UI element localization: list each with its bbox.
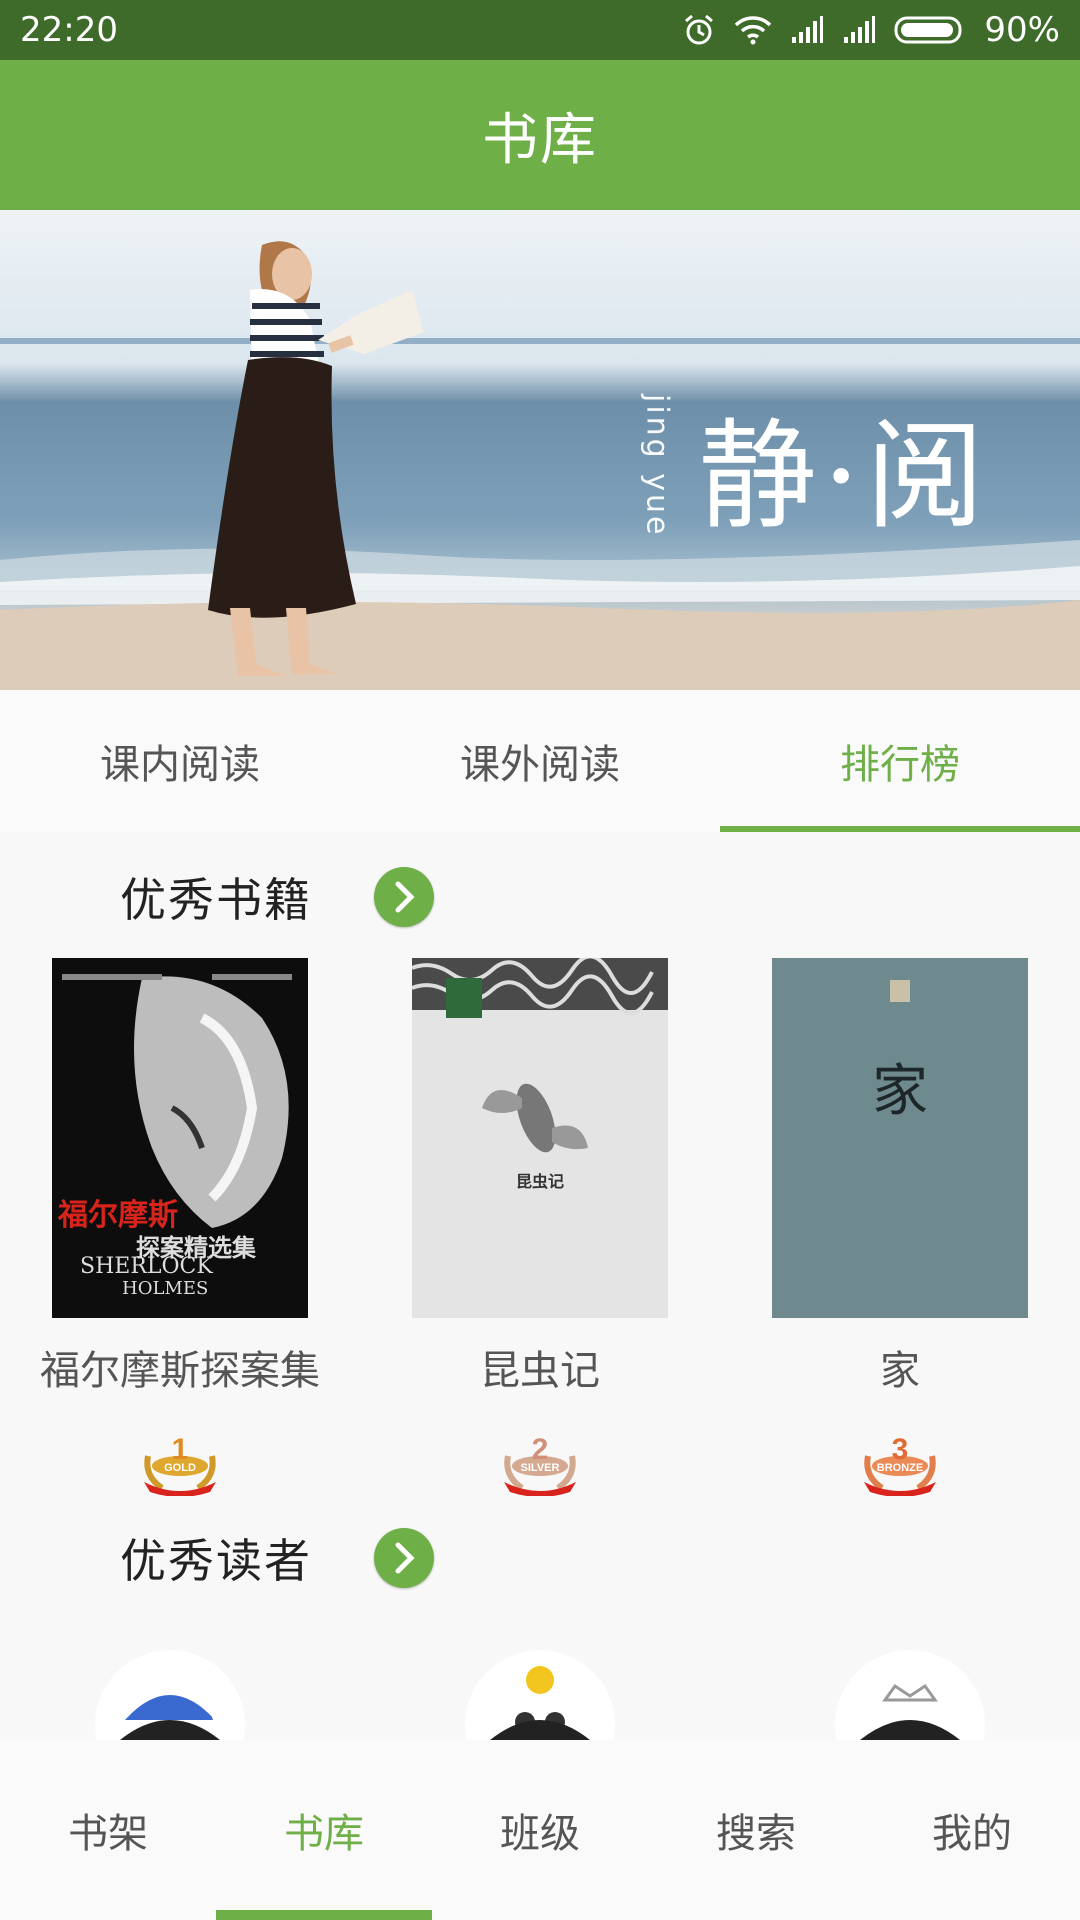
book-cover[interactable]: 福尔摩斯 探案精选集 SHERLOCK HOLMES [52, 958, 308, 1318]
book-item-2[interactable]: 昆虫记 昆虫记 2 SILVER [360, 958, 720, 1500]
nav-class[interactable]: 班级 [432, 1740, 648, 1920]
readers-more-button[interactable] [374, 1528, 434, 1588]
book-cover[interactable]: 家 [772, 958, 1028, 1318]
section-title-readers: 优秀读者 [120, 1534, 312, 1588]
alarm-icon [685, 14, 714, 45]
books-more-button[interactable] [374, 867, 434, 927]
books-section-header: 优秀书籍 [120, 862, 434, 932]
nav-label: 书库 [284, 1811, 364, 1857]
book-item-3[interactable]: 家 家 3 BRONZE [720, 958, 1080, 1500]
status-time: 22:20 [20, 10, 118, 50]
silver-medal-icon: 2 SILVER [504, 1433, 576, 1497]
medal-label: GOLD [164, 1462, 196, 1474]
banner-title: 静·阅 [698, 407, 990, 545]
tab-label: 课外阅读 [460, 742, 620, 788]
gold-medal-icon: 1 GOLD [144, 1433, 216, 1497]
nav-library[interactable]: 书库 [216, 1740, 432, 1920]
medal-label: SILVER [521, 1462, 560, 1474]
status-bar: 22:20 90% [0, 0, 1080, 60]
book-title[interactable]: 家 [720, 1338, 1080, 1396]
chevron-right-icon [395, 881, 415, 913]
banner-carousel[interactable]: jing yue 静·阅 [0, 210, 1080, 690]
battery-percent: 90% [984, 10, 1060, 50]
nav-bookshelf[interactable]: 书架 [0, 1740, 216, 1920]
category-tabs: 课内阅读 课外阅读 排行榜 [0, 690, 1080, 832]
nav-search[interactable]: 搜索 [648, 1740, 864, 1920]
tab-label: 排行榜 [840, 742, 960, 788]
chevron-right-icon [395, 1542, 415, 1574]
book-item-1[interactable]: 福尔摩斯 探案精选集 SHERLOCK HOLMES 福尔摩斯探案集 1 GOL… [0, 958, 360, 1500]
bronze-medal-icon: 3 BRONZE [864, 1433, 936, 1497]
status-icons: 90% [682, 10, 1060, 50]
signal-icon-2 [844, 16, 876, 43]
nav-mine[interactable]: 我的 [864, 1740, 1080, 1920]
battery-icon [894, 16, 962, 44]
nav-label: 书架 [68, 1811, 148, 1857]
book-title[interactable]: 昆虫记 [360, 1338, 720, 1396]
nav-label: 我的 [932, 1811, 1012, 1857]
signal-icon [792, 16, 824, 43]
banner-subtitle: jing yue [639, 393, 675, 538]
tab-in-class-reading[interactable]: 课内阅读 [0, 690, 360, 832]
tab-extracurricular-reading[interactable]: 课外阅读 [360, 690, 720, 832]
cover-title: 昆虫记 [515, 1172, 564, 1191]
book-cover[interactable]: 昆虫记 [412, 958, 668, 1318]
medal-label: BRONZE [877, 1462, 923, 1474]
cover-title: 家 [872, 1059, 928, 1124]
title-bar: 书库 [0, 60, 1080, 210]
cover-title-en-2: HOLMES [122, 1278, 209, 1299]
bottom-navigation: 书架 书库 班级 搜索 我的 [0, 1740, 1080, 1920]
page-title: 书库 [482, 107, 598, 173]
cover-art [890, 980, 910, 1002]
tab-label: 课内阅读 [100, 742, 260, 788]
nav-label: 搜索 [716, 1811, 796, 1857]
book-title[interactable]: 福尔摩斯探案集 [0, 1338, 360, 1396]
nav-label: 班级 [500, 1811, 580, 1857]
readers-section-header: 优秀读者 [120, 1523, 434, 1593]
cover-title-en: SHERLOCK [80, 1254, 213, 1279]
tab-ranking[interactable]: 排行榜 [720, 690, 1080, 832]
wifi-icon [735, 16, 772, 45]
cover-art [412, 958, 668, 1153]
section-title-books: 优秀书籍 [120, 873, 312, 927]
banner-caption: jing yue 静·阅 [639, 380, 990, 551]
